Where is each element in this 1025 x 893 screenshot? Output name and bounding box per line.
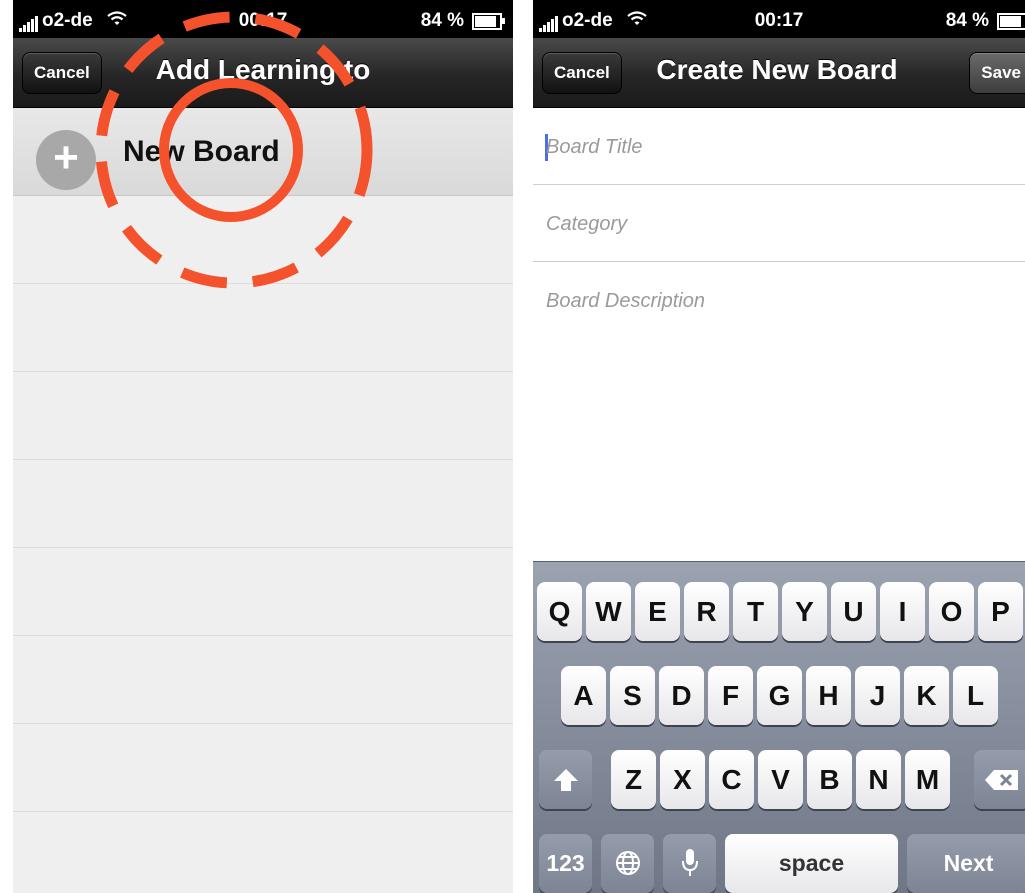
list-item xyxy=(13,812,513,893)
left-screen: o2-de 00:17 84 % Add Learning to Cancel … xyxy=(13,0,513,893)
key-n[interactable]: N xyxy=(856,750,901,809)
microphone-key[interactable] xyxy=(663,834,716,893)
board-description-field[interactable]: Board Description xyxy=(546,290,705,313)
globe-icon xyxy=(615,851,640,875)
key-z[interactable]: Z xyxy=(611,750,656,809)
space-key[interactable]: space xyxy=(725,834,898,893)
navigation-bar: Add Learning to Cancel xyxy=(13,38,513,108)
key-f[interactable]: F xyxy=(708,666,753,725)
key-m[interactable]: M xyxy=(905,750,950,809)
key-g[interactable]: G xyxy=(757,666,802,725)
plus-icon: + xyxy=(36,130,96,190)
shift-icon xyxy=(553,769,578,791)
key-w[interactable]: W xyxy=(586,582,631,641)
list-item xyxy=(13,372,513,460)
shift-key[interactable] xyxy=(539,750,592,809)
list-item xyxy=(13,460,513,548)
list-item xyxy=(13,284,513,372)
save-button[interactable]: Save xyxy=(969,52,1025,94)
key-v[interactable]: V xyxy=(758,750,803,809)
numbers-key[interactable]: 123 xyxy=(539,834,592,893)
key-i[interactable]: I xyxy=(880,582,925,641)
list-item xyxy=(13,636,513,724)
key-k[interactable]: K xyxy=(904,666,949,725)
list-item xyxy=(13,548,513,636)
key-l[interactable]: L xyxy=(953,666,998,725)
backspace-icon xyxy=(985,770,1018,790)
keyboard: QWERTYUIOP ASDFGHJKL ZXCVBNM 123 space N… xyxy=(533,561,1025,893)
key-d[interactable]: D xyxy=(659,666,704,725)
key-j[interactable]: J xyxy=(855,666,900,725)
new-board-label: New Board xyxy=(123,135,280,168)
cancel-button[interactable]: Cancel xyxy=(22,52,102,94)
category-field[interactable]: Category xyxy=(533,185,1025,262)
backspace-key[interactable] xyxy=(974,750,1025,809)
key-u[interactable]: U xyxy=(831,582,876,641)
new-board-row[interactable]: + New Board xyxy=(13,108,513,196)
next-key[interactable]: Next xyxy=(907,834,1025,893)
battery-percent: 84 % xyxy=(945,10,989,31)
battery-icon xyxy=(472,12,502,30)
cancel-button[interactable]: Cancel xyxy=(542,52,622,94)
board-title-field[interactable]: Board Title xyxy=(533,108,1025,185)
category-placeholder: Category xyxy=(546,213,628,235)
board-title-placeholder: Board Title xyxy=(546,136,643,158)
key-q[interactable]: Q xyxy=(537,582,582,641)
key-h[interactable]: H xyxy=(806,666,851,725)
list-item xyxy=(13,196,513,284)
battery-percent: 84 % xyxy=(420,10,464,31)
key-t[interactable]: T xyxy=(733,582,778,641)
status-bar: o2-de 00:17 84 % xyxy=(533,0,1025,38)
globe-key[interactable] xyxy=(601,834,654,893)
status-bar: o2-de 00:17 84 % xyxy=(13,0,513,38)
key-e[interactable]: E xyxy=(635,582,680,641)
key-a[interactable]: A xyxy=(561,666,606,725)
microphone-icon xyxy=(681,849,698,876)
key-p[interactable]: P xyxy=(978,582,1023,641)
key-s[interactable]: S xyxy=(610,666,655,725)
navigation-bar: Create New Board Cancel Save xyxy=(533,38,1025,108)
key-y[interactable]: Y xyxy=(782,582,827,641)
key-r[interactable]: R xyxy=(684,582,729,641)
list-item xyxy=(13,724,513,812)
key-b[interactable]: B xyxy=(807,750,852,809)
right-screen: o2-de 00:17 84 % Create New Board Cancel… xyxy=(533,0,1025,893)
battery-icon xyxy=(997,12,1025,30)
board-list: + New Board xyxy=(13,108,513,893)
key-o[interactable]: O xyxy=(929,582,974,641)
key-x[interactable]: X xyxy=(660,750,705,809)
key-c[interactable]: C xyxy=(709,750,754,809)
